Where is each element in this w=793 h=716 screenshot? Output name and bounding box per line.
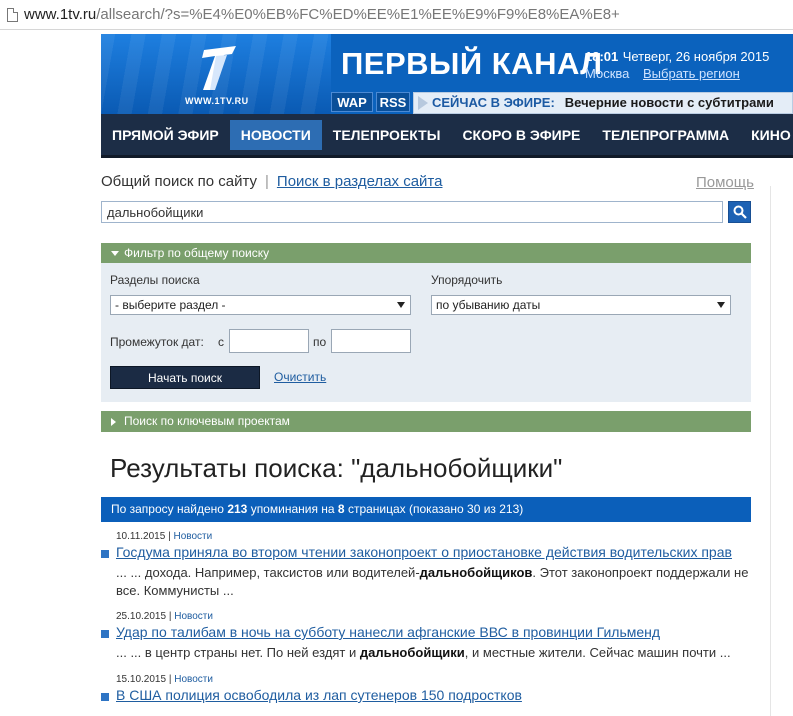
count-suffix: страницах (показано 30 из 213) <box>347 502 524 516</box>
result-date: 10.11.2015 <box>116 531 166 542</box>
results-title: Результаты поиска: "дальнобойщики" <box>110 453 563 483</box>
result-snippet: ... ... дохода. Например, таксистов или … <box>116 564 756 600</box>
result-date: 25.10.2015 <box>116 611 167 622</box>
nav-item-news[interactable]: НОВОСТИ <box>229 119 322 150</box>
sections-label: Разделы поиска <box>110 273 200 287</box>
snippet-text: ... ... дохода. Например, таксистов или … <box>116 565 420 580</box>
count-prefix: По запросу найдено <box>111 502 224 516</box>
right-gutter <box>770 186 793 716</box>
browser-address-bar[interactable]: www.1tv.ru/allsearch/?s=%E4%E0%EB%FC%ED%… <box>0 0 793 30</box>
wap-button[interactable]: WAP <box>331 92 373 112</box>
result-meta-divider: | <box>168 611 172 622</box>
result-category-link[interactable]: Новости <box>173 531 212 542</box>
result-meta: 25.10.2015 | Новости <box>116 611 213 622</box>
choose-region-link[interactable]: Выбрать регион <box>643 66 740 81</box>
sections-select[interactable]: - выберите раздел - <box>110 295 411 315</box>
count-total: 213 <box>227 502 248 516</box>
help-link[interactable]: Помощь <box>696 174 754 191</box>
snippet-text: ... ... в центр страны нет. По ней ездят… <box>116 645 360 660</box>
arrow-right-icon <box>418 96 428 110</box>
chevron-down-icon <box>717 302 725 308</box>
date-from-label: с <box>218 335 224 349</box>
search-input[interactable] <box>101 201 723 223</box>
nav-item-tv-guide[interactable]: ТЕЛЕПРОГРАММА <box>591 120 740 150</box>
date-to-label: по <box>313 335 327 349</box>
now-on-air-label: СЕЙЧАС В ЭФИРЕ: <box>432 95 555 110</box>
channel-one-logo-icon <box>202 46 236 90</box>
page: WWW.1TV.RU ПЕРВЫЙ КАНАЛ 18:01 Четверг, 2… <box>0 31 793 716</box>
nav-shadow <box>101 155 793 158</box>
key-projects-header[interactable]: Поиск по ключевым проектам <box>101 411 751 432</box>
chevron-down-icon <box>397 302 405 308</box>
result-title-link[interactable]: В США полиция освободила из лап сутенеро… <box>116 687 522 703</box>
search-mode-switch: Общий поиск по сайту | Поиск в разделах са… <box>101 173 753 193</box>
result-meta-divider: | <box>168 674 172 685</box>
date-from-input[interactable] <box>229 329 309 353</box>
nav-item-coming-soon[interactable]: СКОРО В ЭФИРЕ <box>451 120 591 150</box>
site-banner: WWW.1TV.RU ПЕРВЫЙ КАНАЛ 18:01 Четверг, 2… <box>101 34 793 114</box>
page-icon <box>7 7 18 22</box>
search-button[interactable] <box>728 201 751 223</box>
url-path: /allsearch/?s=%E4%E0%EB%FC%ED%EE%E1%EE%E… <box>96 6 620 23</box>
bullet-icon <box>101 550 109 558</box>
triangle-down-icon <box>111 251 119 257</box>
result-category-link[interactable]: Новости <box>174 674 213 685</box>
result-category-link[interactable]: Новости <box>174 611 213 622</box>
order-select[interactable]: по убыванию даты <box>431 295 731 315</box>
sections-select-value: - выберите раздел - <box>115 298 226 312</box>
clear-link[interactable]: Очистить <box>274 370 326 384</box>
order-label: Упорядочить <box>431 273 503 287</box>
result-meta: 10.11.2015 | Новости <box>116 531 212 542</box>
count-pages: 8 <box>337 502 345 516</box>
logo-caption: WWW.1TV.RU <box>185 96 249 106</box>
count-mid: упоминания на <box>250 502 335 516</box>
nav-item-live[interactable]: ПРЯМОЙ ЭФИР <box>101 120 230 150</box>
result-title-link[interactable]: Госдума приняла во втором чтении законоп… <box>116 544 732 560</box>
main-navigation: ПРЯМОЙ ЭФИР НОВОСТИ ТЕЛЕПРОЕКТЫ СКОРО В … <box>101 114 793 155</box>
channel-title: ПЕРВЫЙ КАНАЛ <box>341 46 603 81</box>
result-meta-divider: | <box>168 531 171 542</box>
nav-item-tv-projects[interactable]: ТЕЛЕПРОЕКТЫ <box>322 120 452 150</box>
snippet-text: , и местные жители. Сейчас машин почти .… <box>464 645 731 660</box>
clock: 18:01 Четверг, 26 ноября 2015 <box>585 48 769 66</box>
results-count-bar: По запросу найдено 213 упоминания на 8 с… <box>101 497 751 522</box>
now-on-air-bar[interactable]: СЕЙЧАС В ЭФИРЕ: Вечерние новости с субтит… <box>413 92 793 114</box>
filter-panel-header[interactable]: Фильтр по общему поиску <box>101 243 751 263</box>
result-snippet: ... ... в центр страны нет. По ней ездят… <box>116 644 756 662</box>
general-search-label: Общий поиск по сайту <box>101 173 257 190</box>
rss-button[interactable]: RSS <box>376 92 410 112</box>
city-label: Москва <box>585 66 630 81</box>
section-search-link[interactable]: Поиск в разделах сайта <box>277 173 443 190</box>
snippet-highlight: дальнобойщики <box>359 645 465 660</box>
result-meta: 15.10.2015 | Новости <box>116 674 213 685</box>
snippet-highlight: дальнобойщиков <box>419 565 533 580</box>
result-item: 10.11.2015 | Новости Госдума приняла во … <box>101 531 761 601</box>
bullet-icon <box>101 630 109 638</box>
search-filter-panel: Фильтр по общему поиску Разделы поиска -… <box>101 243 751 402</box>
date-range-label: Промежуток дат: <box>110 335 204 349</box>
url-host: www.1tv.ru <box>24 6 97 23</box>
now-on-air-program[interactable]: Вечерние новости с субтитрами <box>565 95 774 110</box>
triangle-right-icon <box>111 417 116 426</box>
current-time: 18:01 <box>585 49 619 64</box>
bullet-icon <box>101 693 109 701</box>
nav-item-movies[interactable]: КИНО <box>740 120 793 150</box>
key-projects-title: Поиск по ключевым проектам <box>124 414 290 428</box>
result-date: 15.10.2015 <box>116 674 167 685</box>
start-search-button[interactable]: Начать поиск <box>110 366 260 389</box>
search-mode-divider: | <box>265 173 269 190</box>
result-item: 25.10.2015 | Новости Удар по талибам в н… <box>101 611 761 666</box>
current-date: Четверг, 26 ноября 2015 <box>622 49 770 64</box>
search-icon <box>733 205 747 219</box>
order-select-value: по убыванию даты <box>436 298 541 312</box>
result-item: 15.10.2015 | Новости В США полиция освоб… <box>101 674 761 716</box>
logo[interactable]: WWW.1TV.RU <box>101 34 331 114</box>
result-title-link[interactable]: Удар по талибам в ночь на субботу нанесл… <box>116 624 660 640</box>
url-text[interactable]: www.1tv.ru/allsearch/?s=%E4%E0%EB%FC%ED%… <box>24 6 620 23</box>
date-to-input[interactable] <box>331 329 411 353</box>
filter-panel-title: Фильтр по общему поиску <box>124 246 270 260</box>
